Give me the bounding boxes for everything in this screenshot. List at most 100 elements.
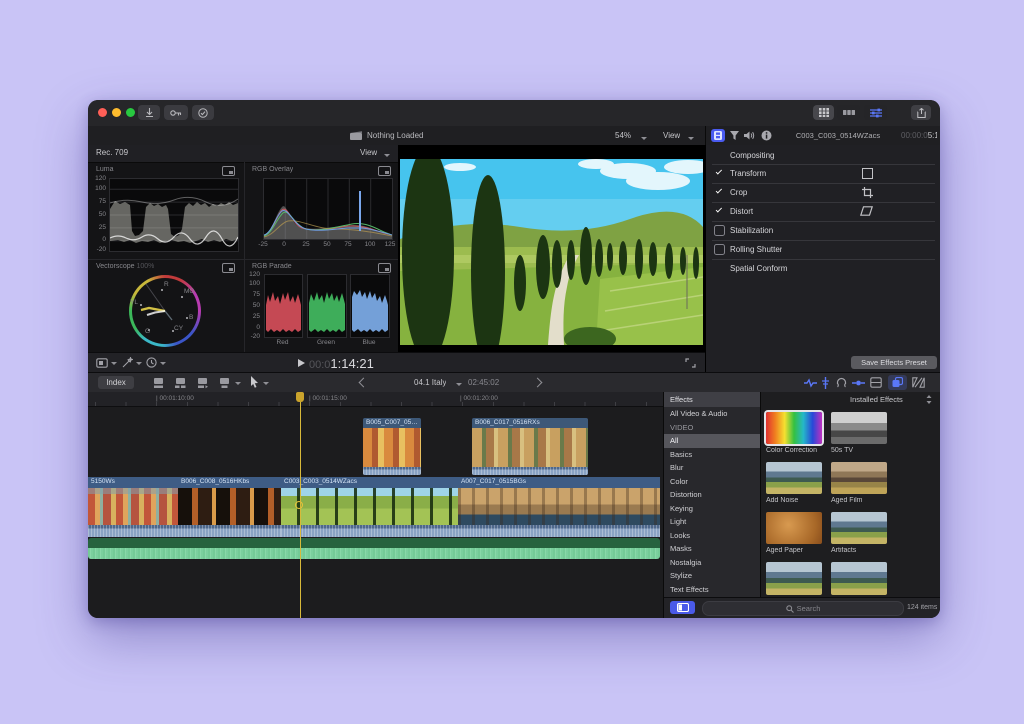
timeline-ruler[interactable]: | 00:01:10:00 | 00:01:15:00 | 00:01:20:0… (88, 392, 663, 407)
effects-category-text-effects[interactable]: Text Effects (664, 583, 760, 597)
inspector-panel: Compositing Transform Crop Distort Stabi… (705, 145, 940, 372)
connected-clip[interactable]: B005_C007_05… (363, 418, 421, 475)
popout-icon[interactable] (222, 166, 235, 176)
effects-category-masks[interactable]: Masks (664, 542, 760, 556)
transform-icon[interactable] (862, 168, 873, 179)
chevron-down-icon (111, 362, 117, 365)
enhancements-menu[interactable] (122, 357, 133, 368)
effect-thumb-aged-paper[interactable] (766, 512, 822, 544)
popout-icon[interactable] (378, 166, 391, 176)
next-project-icon[interactable] (533, 378, 543, 388)
effect-thumb[interactable] (766, 562, 822, 595)
connect-edit-button[interactable] (152, 377, 165, 389)
effects-search-field[interactable]: Search (702, 601, 904, 616)
audio-inspector-tab[interactable] (744, 131, 755, 140)
timeline[interactable]: | 00:01:10:00 | 00:01:15:00 | 00:01:20:0… (88, 392, 663, 618)
effects-bottom-bar: Search 124 items (664, 597, 940, 618)
list-view-button[interactable] (837, 105, 860, 120)
append-edit-button[interactable] (196, 377, 209, 389)
share-button[interactable] (911, 105, 931, 120)
sliders-icon (870, 108, 882, 118)
crop-icon[interactable] (862, 187, 873, 198)
video-inspector-tab[interactable] (711, 129, 725, 142)
effects-category-all[interactable]: All (664, 434, 760, 448)
browser-view-button[interactable] (813, 105, 834, 120)
clip-name: 5150Ws (88, 477, 178, 488)
effects-browser-button[interactable] (888, 375, 907, 390)
playhead[interactable] (300, 392, 301, 618)
popout-icon[interactable] (378, 263, 391, 273)
effect-thumb-color-correction[interactable] (766, 412, 822, 444)
installed-effects-menu[interactable]: Installed Effects (850, 395, 903, 404)
inspector-toggle-button[interactable] (864, 105, 887, 120)
solo-toggle[interactable] (836, 377, 847, 388)
inspector-row-rolling-shutter: Rolling Shutter (730, 245, 782, 254)
browser-pane-toggle-button[interactable] (670, 601, 695, 614)
stabilization-checkbox[interactable] (714, 225, 725, 236)
clapper-icon (350, 131, 362, 140)
effect-thumb-artifacts[interactable] (831, 512, 887, 544)
effects-category-keying[interactable]: Keying (664, 502, 760, 516)
effect-thumb-50s-tv[interactable] (831, 412, 887, 444)
effects-category-light[interactable]: Light (664, 515, 760, 529)
previous-project-icon[interactable] (359, 378, 369, 388)
chevron-down-icon (641, 137, 647, 140)
viewer[interactable] (398, 145, 705, 352)
retime-menu[interactable] (146, 357, 157, 368)
effect-thumb-add-noise[interactable] (766, 462, 822, 494)
keyword-button[interactable] (164, 105, 188, 120)
effects-category-basics[interactable]: Basics (664, 448, 760, 462)
project-name-menu[interactable]: 04.1 Italy (414, 378, 446, 387)
luma-scope: Luma 120 100 75 50 25 0 -20 (88, 162, 245, 260)
effects-category-distortion[interactable]: Distortion (664, 488, 760, 502)
background-tasks-button[interactable] (192, 105, 214, 120)
primary-clip[interactable]: 5150Ws (88, 477, 179, 537)
distort-icon[interactable] (860, 206, 873, 216)
playhead-handle[interactable] (296, 392, 304, 402)
effect-label: 50s TV (831, 447, 887, 454)
color-inspector-tab[interactable] (730, 131, 739, 140)
effects-category-color[interactable]: Color (664, 475, 760, 489)
effect-thumb-aged-film[interactable] (831, 462, 887, 494)
effects-category-looks[interactable]: Looks (664, 529, 760, 543)
scopes-view-menu[interactable]: View (360, 148, 377, 157)
effect-thumb[interactable] (831, 562, 887, 595)
primary-clip[interactable]: C003_C003_0514WZacs (281, 477, 459, 537)
popout-icon[interactable] (222, 263, 235, 273)
info-inspector-tab[interactable] (761, 130, 772, 141)
effects-category-nostalgia[interactable]: Nostalgia (664, 556, 760, 570)
index-button[interactable]: Index (98, 376, 134, 389)
viewer-zoom-menu[interactable]: 54% (615, 131, 631, 140)
view-options-menu[interactable] (96, 358, 108, 368)
effect-label: Artifacts (831, 547, 887, 554)
scopes-header: Rec. 709 View (88, 145, 398, 163)
audio-skimming-toggle[interactable] (821, 377, 830, 389)
fullscreen-icon[interactable] (685, 358, 696, 368)
filmstrip-icon (843, 109, 855, 116)
close-button[interactable] (98, 108, 107, 117)
primary-clip[interactable]: B006_C008_0516HKbs (178, 477, 282, 537)
zoom-button[interactable] (126, 108, 135, 117)
minimize-button[interactable] (112, 108, 121, 117)
connected-clip[interactable]: B006_C017_0516RXs (472, 418, 588, 475)
skimming-toggle[interactable] (804, 378, 817, 388)
select-tool-menu[interactable] (250, 376, 259, 388)
primary-clip[interactable]: A007_C017_0515BGs (458, 477, 660, 537)
transitions-browser-button[interactable] (912, 377, 925, 388)
save-effects-preset-button[interactable]: Save Effects Preset (851, 356, 937, 369)
effects-category-stylize[interactable]: Stylize (664, 569, 760, 583)
viewer-view-menu[interactable]: View (663, 131, 680, 140)
chevron-down-icon (263, 382, 269, 385)
rolling-shutter-checkbox[interactable] (714, 244, 725, 255)
effects-category-blur[interactable]: Blur (664, 461, 760, 475)
audio-clip[interactable] (88, 538, 660, 559)
keyframe-dot[interactable] (295, 501, 303, 509)
overwrite-edit-button[interactable] (218, 377, 231, 389)
import-button[interactable] (138, 105, 160, 120)
play-button[interactable] (298, 359, 305, 367)
insert-edit-button[interactable] (174, 377, 187, 389)
search-placeholder: Search (797, 604, 821, 613)
effects-category-all-video-audio[interactable]: All Video & Audio (664, 407, 760, 421)
snapping-toggle[interactable] (852, 378, 865, 388)
clip-appearance-button[interactable] (870, 377, 882, 388)
